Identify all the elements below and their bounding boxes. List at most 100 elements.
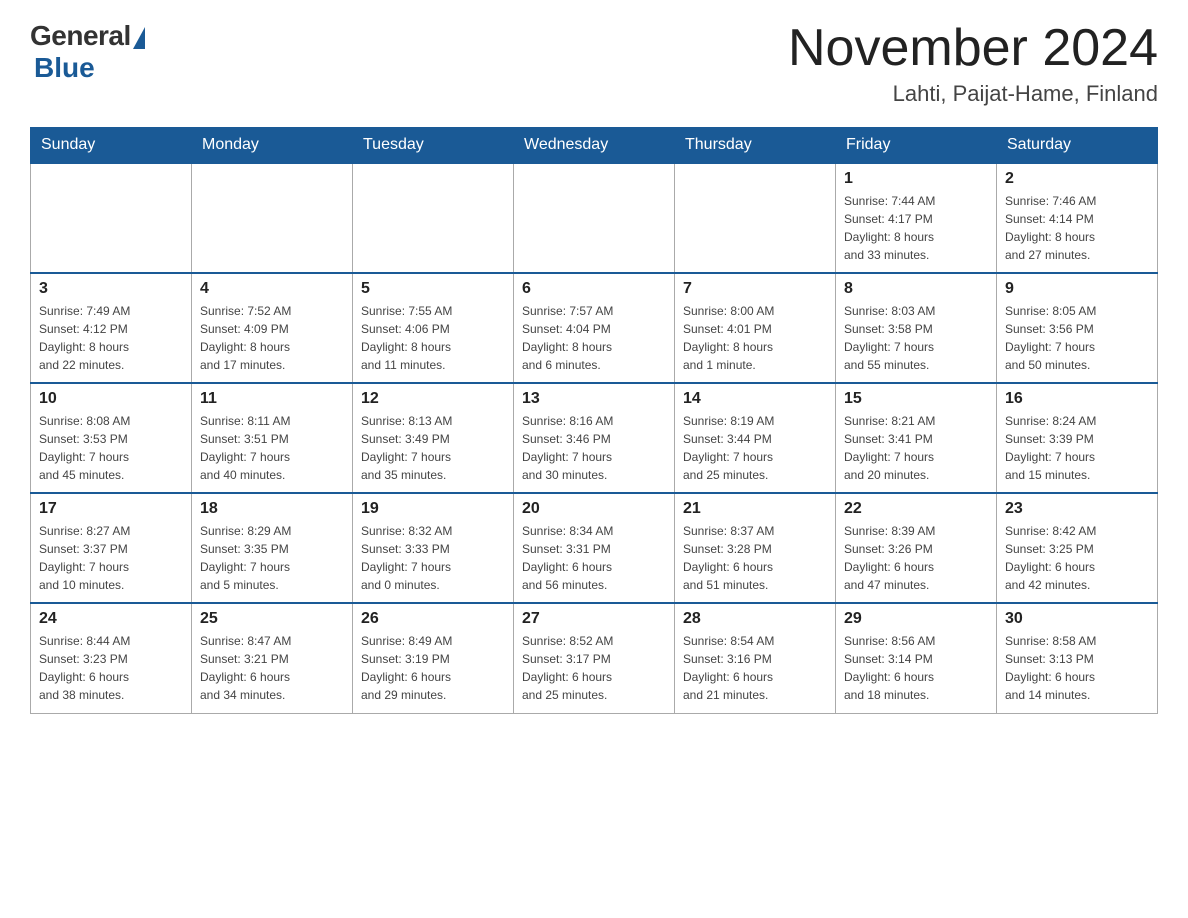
weekday-header: Sunday	[31, 128, 192, 164]
day-info: Sunrise: 8:44 AMSunset: 3:23 PMDaylight:…	[39, 632, 183, 704]
weekday-header: Wednesday	[514, 128, 675, 164]
day-number: 8	[844, 280, 988, 298]
day-info: Sunrise: 8:47 AMSunset: 3:21 PMDaylight:…	[200, 632, 344, 704]
day-number: 25	[200, 610, 344, 628]
day-info: Sunrise: 8:08 AMSunset: 3:53 PMDaylight:…	[39, 412, 183, 484]
calendar-cell: 17 Sunrise: 8:27 AMSunset: 3:37 PMDayligh…	[31, 493, 192, 603]
day-number: 27	[522, 610, 666, 628]
calendar-cell: 13Sunrise: 8:16 AMSunset: 3:46 PMDayligh…	[514, 383, 675, 493]
day-number: 26	[361, 610, 505, 628]
calendar-cell: 29 Sunrise: 8:56 AMSunset: 3:14 PMDayligh…	[836, 603, 997, 713]
weekday-header: Thursday	[675, 128, 836, 164]
day-info: Sunrise: 8:16 AMSunset: 3:46 PMDaylight:…	[522, 412, 666, 484]
logo-general-text: General	[30, 20, 131, 52]
day-info: Sunrise: 8:19 AMSunset: 3:44 PMDaylight:…	[683, 412, 827, 484]
calendar-cell: 28 Sunrise: 8:54 AMSunset: 3:16 PMDayligh…	[675, 603, 836, 713]
day-number: 3	[39, 280, 183, 298]
day-info: Sunrise: 8:49 AMSunset: 3:19 PMDaylight:…	[361, 632, 505, 704]
day-info: Sunrise: 8:32 AMSunset: 3:33 PMDaylight:…	[361, 522, 505, 594]
calendar-cell: 22 Sunrise: 8:39 AMSunset: 3:26 PMDayligh…	[836, 493, 997, 603]
calendar-cell: 12Sunrise: 8:13 AMSunset: 3:49 PMDayligh…	[353, 383, 514, 493]
page-title: November 2024	[788, 20, 1158, 77]
calendar-cell: 15 Sunrise: 8:21 AMSunset: 3:41 PMDayligh…	[836, 383, 997, 493]
day-info: Sunrise: 8:21 AMSunset: 3:41 PMDaylight:…	[844, 412, 988, 484]
day-info: Sunrise: 7:52 AMSunset: 4:09 PMDaylight:…	[200, 302, 344, 374]
day-number: 2	[1005, 170, 1149, 188]
day-number: 22	[844, 500, 988, 518]
calendar-cell: 5Sunrise: 7:55 AMSunset: 4:06 PMDaylight…	[353, 273, 514, 383]
calendar-cell: 24 Sunrise: 8:44 AMSunset: 3:23 PMDayligh…	[31, 603, 192, 713]
calendar-cell: 21 Sunrise: 8:37 AMSunset: 3:28 PMDayligh…	[675, 493, 836, 603]
calendar-cell	[353, 163, 514, 273]
logo: General Blue	[30, 20, 145, 84]
day-number: 19	[361, 500, 505, 518]
calendar-cell	[514, 163, 675, 273]
day-info: Sunrise: 8:52 AMSunset: 3:17 PMDaylight:…	[522, 632, 666, 704]
day-info: Sunrise: 8:34 AMSunset: 3:31 PMDaylight:…	[522, 522, 666, 594]
day-info: Sunrise: 7:57 AMSunset: 4:04 PMDaylight:…	[522, 302, 666, 374]
day-number: 7	[683, 280, 827, 298]
calendar-cell: 23Sunrise: 8:42 AMSunset: 3:25 PMDayligh…	[997, 493, 1158, 603]
calendar-cell: 27 Sunrise: 8:52 AMSunset: 3:17 PMDayligh…	[514, 603, 675, 713]
day-number: 9	[1005, 280, 1149, 298]
day-number: 20	[522, 500, 666, 518]
day-number: 4	[200, 280, 344, 298]
day-info: Sunrise: 8:29 AMSunset: 3:35 PMDaylight:…	[200, 522, 344, 594]
day-number: 18	[200, 500, 344, 518]
calendar-cell: 2Sunrise: 7:46 AMSunset: 4:14 PMDaylight…	[997, 163, 1158, 273]
day-number: 23	[1005, 500, 1149, 518]
day-number: 30	[1005, 610, 1149, 628]
calendar-cell: 1 Sunrise: 7:44 AMSunset: 4:17 PMDaylight…	[836, 163, 997, 273]
title-block: November 2024 Lahti, Paijat-Hame, Finlan…	[788, 20, 1158, 107]
day-number: 17	[39, 500, 183, 518]
calendar-cell: 25 Sunrise: 8:47 AMSunset: 3:21 PMDayligh…	[192, 603, 353, 713]
calendar-cell: 4 Sunrise: 7:52 AMSunset: 4:09 PMDaylight…	[192, 273, 353, 383]
calendar-cell: 16Sunrise: 8:24 AMSunset: 3:39 PMDayligh…	[997, 383, 1158, 493]
day-info: Sunrise: 8:27 AMSunset: 3:37 PMDaylight:…	[39, 522, 183, 594]
logo-blue-text: Blue	[34, 52, 95, 84]
calendar-cell: 10Sunrise: 8:08 AMSunset: 3:53 PMDayligh…	[31, 383, 192, 493]
day-number: 21	[683, 500, 827, 518]
day-info: Sunrise: 8:39 AMSunset: 3:26 PMDaylight:…	[844, 522, 988, 594]
day-info: Sunrise: 8:05 AMSunset: 3:56 PMDaylight:…	[1005, 302, 1149, 374]
day-info: Sunrise: 7:55 AMSunset: 4:06 PMDaylight:…	[361, 302, 505, 374]
calendar-cell	[675, 163, 836, 273]
calendar-cell: 26 Sunrise: 8:49 AMSunset: 3:19 PMDayligh…	[353, 603, 514, 713]
page-subtitle: Lahti, Paijat-Hame, Finland	[788, 81, 1158, 107]
calendar-cell: 7Sunrise: 8:00 AMSunset: 4:01 PMDaylight…	[675, 273, 836, 383]
calendar-week-row: 10Sunrise: 8:08 AMSunset: 3:53 PMDayligh…	[31, 383, 1158, 493]
weekday-header: Saturday	[997, 128, 1158, 164]
day-number: 15	[844, 390, 988, 408]
day-number: 12	[361, 390, 505, 408]
day-number: 29	[844, 610, 988, 628]
day-info: Sunrise: 7:49 AMSunset: 4:12 PMDaylight:…	[39, 302, 183, 374]
calendar-cell: 19 Sunrise: 8:32 AMSunset: 3:33 PMDayligh…	[353, 493, 514, 603]
day-info: Sunrise: 8:11 AMSunset: 3:51 PMDaylight:…	[200, 412, 344, 484]
day-number: 24	[39, 610, 183, 628]
weekday-header: Friday	[836, 128, 997, 164]
calendar-cell: 6Sunrise: 7:57 AMSunset: 4:04 PMDaylight…	[514, 273, 675, 383]
calendar-header-row: SundayMondayTuesdayWednesdayThursdayFrid…	[31, 128, 1158, 164]
calendar-week-row: 17 Sunrise: 8:27 AMSunset: 3:37 PMDayligh…	[31, 493, 1158, 603]
day-info: Sunrise: 7:44 AMSunset: 4:17 PMDaylight:…	[844, 192, 988, 264]
day-info: Sunrise: 8:56 AMSunset: 3:14 PMDaylight:…	[844, 632, 988, 704]
logo-triangle-icon	[133, 27, 145, 49]
calendar-cell: 30Sunrise: 8:58 AMSunset: 3:13 PMDayligh…	[997, 603, 1158, 713]
day-number: 16	[1005, 390, 1149, 408]
calendar-cell: 11 Sunrise: 8:11 AMSunset: 3:51 PMDayligh…	[192, 383, 353, 493]
page-header: General Blue November 2024 Lahti, Paijat…	[30, 20, 1158, 107]
day-number: 28	[683, 610, 827, 628]
calendar-week-row: 3 Sunrise: 7:49 AMSunset: 4:12 PMDaylight…	[31, 273, 1158, 383]
day-number: 11	[200, 390, 344, 408]
day-number: 1	[844, 170, 988, 188]
calendar-cell	[31, 163, 192, 273]
day-number: 14	[683, 390, 827, 408]
calendar-cell: 14 Sunrise: 8:19 AMSunset: 3:44 PMDayligh…	[675, 383, 836, 493]
calendar-week-row: 1 Sunrise: 7:44 AMSunset: 4:17 PMDaylight…	[31, 163, 1158, 273]
calendar-week-row: 24 Sunrise: 8:44 AMSunset: 3:23 PMDayligh…	[31, 603, 1158, 713]
day-info: Sunrise: 8:37 AMSunset: 3:28 PMDaylight:…	[683, 522, 827, 594]
calendar-cell	[192, 163, 353, 273]
day-info: Sunrise: 8:54 AMSunset: 3:16 PMDaylight:…	[683, 632, 827, 704]
calendar-cell: 3 Sunrise: 7:49 AMSunset: 4:12 PMDaylight…	[31, 273, 192, 383]
weekday-header: Tuesday	[353, 128, 514, 164]
